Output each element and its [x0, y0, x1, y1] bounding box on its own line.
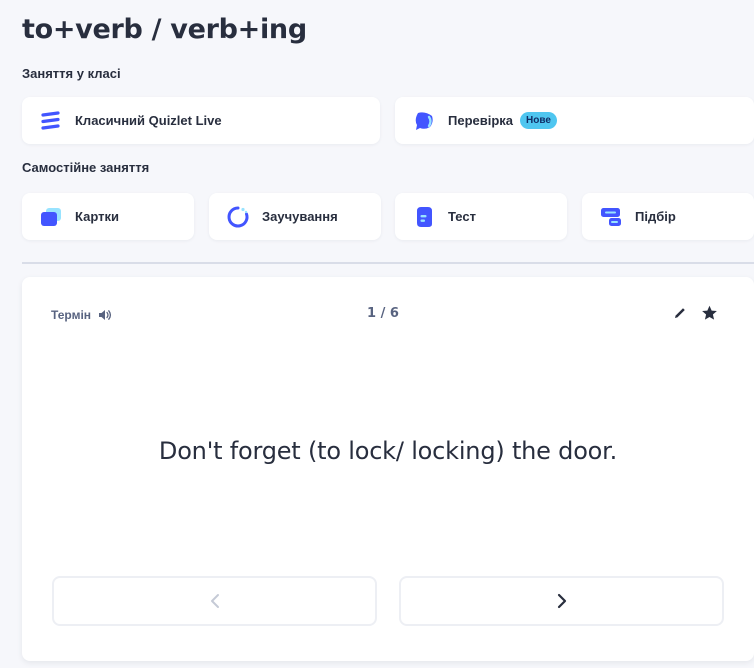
- speaker-icon[interactable]: [98, 309, 112, 321]
- classroom-heading: Заняття у класі: [22, 66, 121, 81]
- quizlet-live-label: Класичний Quizlet Live: [75, 113, 222, 128]
- flashcards-label: Картки: [75, 209, 119, 224]
- test-button[interactable]: Тест: [395, 193, 567, 240]
- match-label: Підбір: [635, 209, 676, 224]
- star-icon[interactable]: [701, 305, 718, 321]
- section-divider: [22, 262, 754, 264]
- flashcards-icon: [41, 207, 61, 226]
- card-term-text: Don't forget (to lock/ locking) the door…: [158, 437, 618, 465]
- page-title: to+verb / verb+ing: [22, 14, 307, 45]
- flashcard[interactable]: Термін 1 / 6 Don't forget (to lock/ lock…: [22, 277, 754, 661]
- test-label: Тест: [448, 209, 476, 224]
- card-counter: 1 / 6: [367, 306, 399, 321]
- quizlet-live-icon: [41, 110, 60, 130]
- learn-icon: [227, 206, 249, 227]
- chevron-right-icon: [557, 593, 566, 609]
- flashcards-button[interactable]: Картки: [22, 193, 194, 240]
- chevron-left-icon: [210, 594, 219, 608]
- match-button[interactable]: Підбір: [582, 193, 754, 240]
- card-side-label: Термін: [51, 308, 92, 322]
- quizlet-live-button[interactable]: Класичний Quizlet Live: [22, 97, 380, 144]
- card-side-indicator: Термін: [51, 308, 112, 322]
- edit-icon[interactable]: [672, 305, 688, 321]
- checkpoint-label: Перевірка: [448, 113, 514, 128]
- new-badge: Нове: [520, 112, 557, 129]
- previous-card-button[interactable]: [52, 576, 377, 626]
- checkpoint-button[interactable]: Перевірка Нове: [395, 97, 754, 144]
- learn-label: Заучування: [262, 209, 338, 224]
- checkpoint-icon: [415, 111, 433, 130]
- self-study-heading: Самостійне заняття: [22, 160, 150, 175]
- match-icon: [601, 207, 621, 226]
- next-card-button[interactable]: [399, 576, 724, 626]
- test-icon: [417, 206, 432, 227]
- learn-button[interactable]: Заучування: [209, 193, 381, 240]
